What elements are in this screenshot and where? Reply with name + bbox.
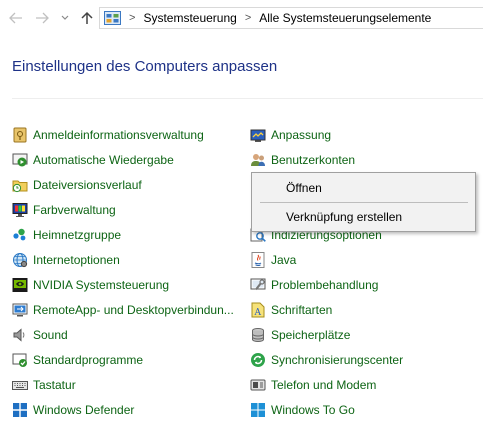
forward-arrow-icon	[36, 12, 49, 24]
color-management-icon	[12, 202, 28, 217]
menu-item-create-shortcut[interactable]: Verknüpfung erstellen	[254, 206, 473, 228]
homegroup-icon	[13, 228, 26, 240]
page-title: Einstellungen des Computers anpassen	[12, 58, 278, 75]
keyboard-icon	[12, 380, 28, 390]
address-bar[interactable]: > Systemsteuerung > Alle Systemsteuerung…	[99, 7, 483, 29]
item-phone-modem[interactable]: Telefon und Modem	[250, 372, 403, 397]
item-storage-spaces[interactable]: Speicherplätze	[250, 322, 403, 347]
phone-modem-icon	[250, 379, 266, 390]
item-sync-center[interactable]: Synchronisierungscenter	[250, 347, 403, 372]
item-nvidia-control-panel[interactable]: NVIDIA Systemsteuerung	[12, 272, 234, 297]
breadcrumb-all-items[interactable]: Alle Systemsteuerungselemente	[259, 11, 431, 25]
autoplay-icon	[12, 153, 28, 166]
menu-item-open[interactable]: Öffnen	[254, 177, 473, 199]
item-color-management[interactable]: Farbverwaltung	[12, 197, 234, 222]
back-button[interactable]	[8, 9, 24, 27]
items-right-column: Anpassung Benutzerkonten Indizierungsopt…	[250, 122, 403, 422]
item-troubleshooting[interactable]: Problembehandlung	[250, 272, 403, 297]
navigation-bar: > Systemsteuerung > Alle Systemsteuerung…	[0, 0, 483, 36]
internet-options-icon	[13, 252, 28, 267]
item-windows-defender[interactable]: Windows Defender	[12, 397, 234, 422]
java-icon	[251, 251, 265, 268]
chevron-down-icon	[61, 15, 69, 20]
item-default-programs[interactable]: Standardprogramme	[12, 347, 234, 372]
item-file-history[interactable]: Dateiversionsverlauf	[12, 172, 234, 197]
forward-button[interactable]	[34, 9, 50, 27]
sync-center-icon	[251, 352, 265, 367]
sound-icon	[13, 327, 25, 342]
breadcrumb-separator: >	[129, 12, 136, 24]
item-java[interactable]: Java	[250, 247, 403, 272]
user-accounts-icon	[251, 153, 265, 166]
windows-to-go-icon	[251, 402, 265, 417]
nvidia-icon	[12, 277, 28, 292]
control-panel-icon	[104, 11, 121, 25]
credential-manager-icon	[13, 127, 27, 142]
recent-locations-button[interactable]	[57, 9, 73, 27]
fonts-icon: A	[251, 302, 265, 318]
item-personalization[interactable]: Anpassung	[250, 122, 403, 147]
item-fonts[interactable]: A Schriftarten	[250, 297, 403, 322]
troubleshooting-icon	[250, 278, 266, 290]
menu-separator	[260, 202, 468, 203]
svg-text:A: A	[254, 308, 262, 318]
back-arrow-icon	[9, 12, 22, 24]
breadcrumb-separator: >	[244, 12, 252, 24]
default-programs-icon	[12, 353, 27, 367]
up-arrow-icon	[81, 11, 93, 24]
windows-defender-icon	[13, 402, 27, 417]
item-remoteapp[interactable]: RemoteApp- und Desktopverbindun...	[12, 297, 234, 322]
item-user-accounts[interactable]: Benutzerkonten	[250, 147, 403, 172]
item-credential-manager[interactable]: Anmeldeinformationsverwaltung	[12, 122, 234, 147]
item-keyboard[interactable]: Tastatur	[12, 372, 234, 397]
storage-spaces-icon	[252, 327, 264, 342]
up-button[interactable]	[79, 9, 95, 27]
item-windows-to-go[interactable]: Windows To Go	[250, 397, 403, 422]
remoteapp-icon	[12, 303, 28, 316]
breadcrumb-systemsteuerung[interactable]: Systemsteuerung	[143, 11, 236, 25]
item-autoplay[interactable]: Automatische Wiedergabe	[12, 147, 234, 172]
item-sound[interactable]: Sound	[12, 322, 234, 347]
items-left-column: Anmeldeinformationsverwaltung Automatisc…	[12, 122, 234, 422]
context-menu: Öffnen Verknüpfung erstellen	[251, 172, 476, 232]
personalization-icon	[250, 129, 266, 142]
item-homegroup[interactable]: Heimnetzgruppe	[12, 222, 234, 247]
divider	[12, 98, 483, 99]
file-history-icon	[12, 180, 28, 192]
item-internet-options[interactable]: Internetoptionen	[12, 247, 234, 272]
